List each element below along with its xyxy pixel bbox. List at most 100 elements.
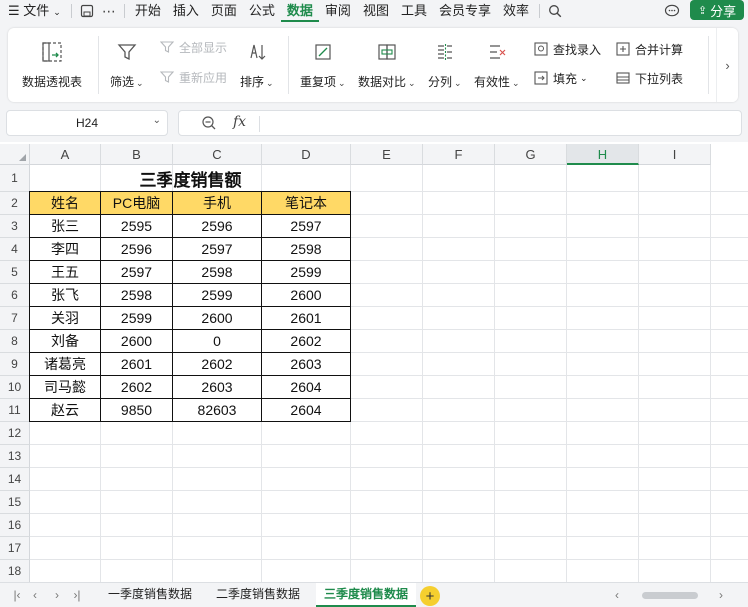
menu-item-data[interactable]: 数据 [280,0,319,22]
table-cell[interactable]: 2600 [262,284,350,306]
table-cell[interactable]: 2604 [262,399,350,421]
menu-item-start[interactable]: 开始 [129,0,167,22]
row-header-9[interactable]: 9 [0,353,30,376]
table-cell[interactable]: 2599 [262,261,350,283]
table-cell[interactable]: 2598 [101,284,172,306]
sheet-tab-q2[interactable]: 二季度销售数据 [208,583,308,607]
table-cell[interactable]: 刘备 [30,330,100,352]
spreadsheet-grid[interactable]: 三季度销售额 A B C D E F G H I 1 2 3 4 5 6 7 8 9 10 11 12 13 14 15 16 1… [0,144,748,582]
row-header-7[interactable]: 7 [0,307,30,330]
table-cell[interactable]: 2602 [262,330,350,352]
fill-button[interactable]: 填充 ⌄ [532,69,588,87]
zoom-icon[interactable] [201,115,219,133]
row-header-16[interactable]: 16 [0,514,30,537]
split-column-button[interactable]: 分列 ⌄ [428,39,462,90]
row-header-10[interactable]: 10 [0,376,30,399]
row-header-5[interactable]: 5 [0,261,30,284]
sort-button[interactable]: 排序 ⌄ [240,39,274,90]
table-cell[interactable]: 诸葛亮 [30,353,100,375]
table-cell[interactable]: 赵云 [30,399,100,421]
share-button[interactable]: ⇪ 分享 [690,0,744,20]
chat-icon[interactable] [662,1,682,21]
scroll-right-icon[interactable]: › [712,586,730,604]
table-cell[interactable]: 2601 [101,353,172,375]
menu-item-review[interactable]: 审阅 [319,0,357,22]
row-header-18[interactable]: 18 [0,560,30,582]
table-cell[interactable]: 2602 [101,376,172,398]
table-cell[interactable]: 2603 [173,376,261,398]
table-cell[interactable]: 2598 [262,238,350,260]
consolidate-button[interactable]: 合并计算 [614,40,683,58]
table-cell[interactable]: 2597 [101,261,172,283]
pivot-table-button[interactable]: 数据透视表 [22,39,82,90]
name-box[interactable]: H24 ⌄ [6,110,168,136]
row-header-6[interactable]: 6 [0,284,30,307]
find-entry-button[interactable]: 查找录入 [532,40,601,58]
menu-item-view[interactable]: 视图 [357,0,395,22]
table-cell[interactable]: 王五 [30,261,100,283]
column-header-c[interactable]: C [173,144,262,165]
duplicates-button[interactable]: 重复项 ⌄ [300,39,346,90]
menu-item-member[interactable]: 会员专享 [433,0,497,22]
table-cell[interactable]: 2604 [262,376,350,398]
column-header-g[interactable]: G [495,144,567,165]
menu-item-insert[interactable]: 插入 [167,0,205,22]
row-header-13[interactable]: 13 [0,445,30,468]
table-cell[interactable]: 2597 [173,238,261,260]
reapply-button[interactable]: 重新应用 [158,68,227,86]
row-header-17[interactable]: 17 [0,537,30,560]
file-menu[interactable]: ☰ 文件 ⌄ [0,0,67,22]
column-header-d[interactable]: D [262,144,351,165]
row-header-4[interactable]: 4 [0,238,30,261]
fx-icon[interactable]: fx [233,114,246,130]
search-icon[interactable] [544,0,566,22]
column-header-e[interactable]: E [351,144,423,165]
table-cell[interactable]: 张飞 [30,284,100,306]
row-header-14[interactable]: 14 [0,468,30,491]
table-cell[interactable]: 2598 [173,261,261,283]
sheet-tab-q1[interactable]: 一季度销售数据 [100,583,200,607]
table-cell[interactable]: 2602 [173,353,261,375]
save-icon[interactable] [76,0,98,22]
table-header-cell[interactable]: 手机 [173,192,261,214]
table-cell[interactable]: 2596 [173,215,261,237]
table-cell[interactable]: 2599 [101,307,172,329]
column-header-a[interactable]: A [30,144,101,165]
prev-sheet-icon[interactable]: ‹ [26,586,44,604]
add-sheet-button[interactable]: + [420,586,440,606]
last-sheet-icon[interactable]: ›| [68,586,86,604]
row-header-11[interactable]: 11 [0,399,30,422]
sheet-tab-q3[interactable]: 三季度销售数据 [316,583,416,607]
table-cell[interactable]: 2597 [262,215,350,237]
scroll-left-icon[interactable]: ‹ [608,586,626,604]
table-cell[interactable]: 2596 [101,238,172,260]
column-header-f[interactable]: F [423,144,495,165]
vertical-scrollbar[interactable] [740,165,748,582]
chevron-down-icon[interactable]: ⌄ [153,115,161,126]
table-header-cell[interactable]: 姓名 [30,192,100,214]
table-cell[interactable]: 9850 [101,399,172,421]
row-header-2[interactable]: 2 [0,192,30,215]
table-cell[interactable]: 2601 [262,307,350,329]
row-header-15[interactable]: 15 [0,491,30,514]
row-header-3[interactable]: 3 [0,215,30,238]
menu-item-page[interactable]: 页面 [205,0,243,22]
filter-button[interactable]: 筛选 ⌄ [110,39,144,90]
validity-button[interactable]: 有效性 ⌄ [474,39,520,90]
table-cell[interactable]: 李四 [30,238,100,260]
horizontal-scrollbar[interactable] [642,592,698,599]
more-icon[interactable]: ⋯ [98,0,120,22]
data-compare-button[interactable]: 数据对比 ⌄ [358,39,416,90]
table-cell[interactable]: 关羽 [30,307,100,329]
next-sheet-icon[interactable]: › [48,586,66,604]
ribbon-scroll-right-icon[interactable]: › [716,28,738,102]
table-cell[interactable]: 82603 [173,399,261,421]
select-all-corner[interactable] [0,144,30,165]
table-cell[interactable]: 2600 [101,330,172,352]
sheet-title-cell[interactable]: 三季度销售额 [30,165,351,192]
menu-item-formula[interactable]: 公式 [243,0,281,22]
column-header-i[interactable]: I [639,144,711,165]
column-header-b[interactable]: B [101,144,173,165]
row-header-1[interactable]: 1 [0,165,30,192]
menu-item-efficiency[interactable]: 效率 [497,0,535,22]
